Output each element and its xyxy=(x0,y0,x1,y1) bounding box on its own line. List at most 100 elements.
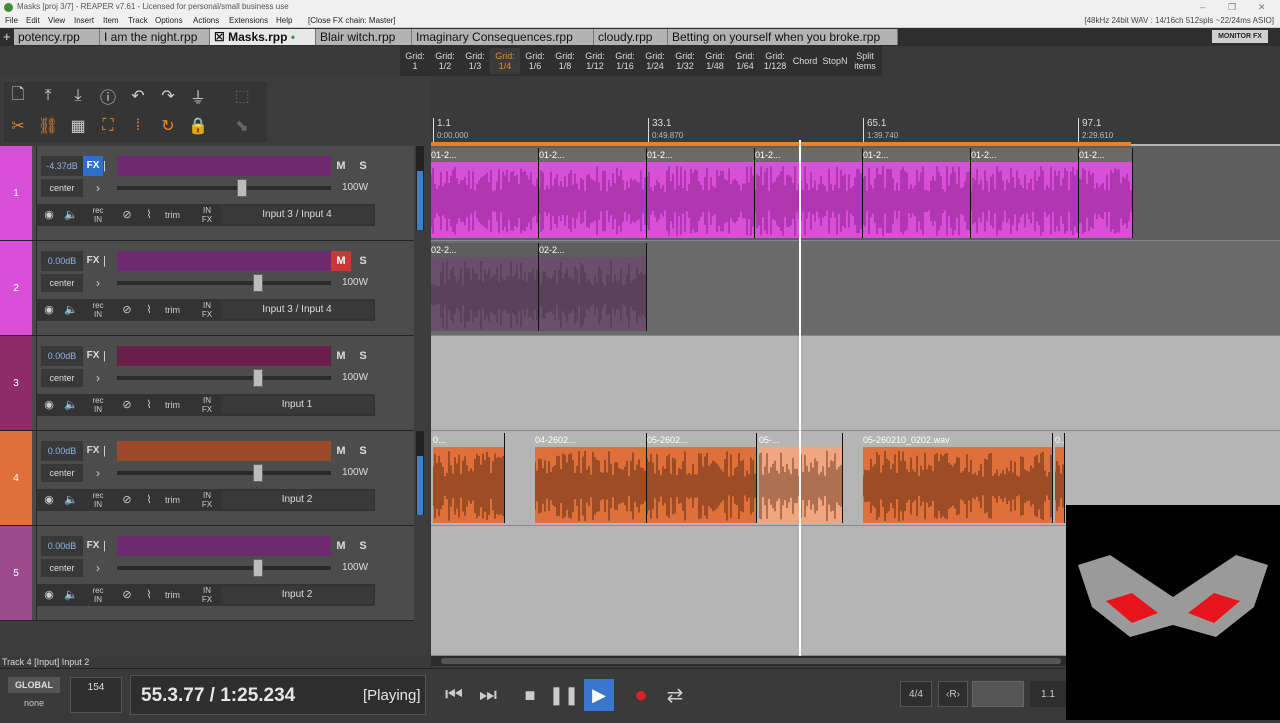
menu-edit[interactable]: Edit xyxy=(26,14,40,28)
pan-readout[interactable]: center xyxy=(41,464,83,482)
chevron-right-icon[interactable]: › xyxy=(89,274,107,292)
phase-invert-icon[interactable]: ⊘ xyxy=(119,302,135,318)
phase-invert-icon[interactable]: ⊘ xyxy=(119,587,135,603)
record-arm-icon[interactable]: ◉ xyxy=(41,302,57,318)
width-readout[interactable]: 100W xyxy=(337,369,373,387)
trim-label[interactable]: trim xyxy=(165,206,180,224)
menu-item[interactable]: Item xyxy=(103,14,119,28)
solo-button[interactable]: S xyxy=(353,251,373,271)
solo-button[interactable]: S xyxy=(353,441,373,461)
menu-actions[interactable]: Actions xyxy=(193,14,219,28)
menu-help[interactable]: Help xyxy=(276,14,292,28)
chevron-right-icon[interactable]: › xyxy=(89,369,107,387)
ripple-edit-icon[interactable]: ✂ xyxy=(6,114,30,138)
input-selector[interactable]: Input 1 xyxy=(221,396,373,414)
fx-button[interactable]: FX xyxy=(83,536,103,556)
fader-knob[interactable] xyxy=(237,179,247,197)
tempo-display[interactable]: 154 xyxy=(70,677,122,713)
input-selector[interactable]: Input 3 / Input 4 xyxy=(221,206,373,224)
monitor-speaker-icon[interactable]: 🔈 xyxy=(63,302,79,318)
item-grouping-icon[interactable]: ⛓ xyxy=(36,114,60,138)
grid-1-128-button[interactable]: Grid: 1/128 xyxy=(760,48,790,74)
envelope-icon[interactable]: ⌇ xyxy=(141,492,157,508)
rec-in-button[interactable]: rec IN xyxy=(87,396,109,414)
loop-icon[interactable]: ↻ xyxy=(156,114,180,138)
timeline-ruler[interactable]: 1.1 0:00.000 33.1 0:49.870 65.1 1:39.740 97… xyxy=(431,114,1280,146)
stop-icon[interactable]: ■ xyxy=(516,679,544,711)
item-header[interactable]: 0... xyxy=(1055,433,1064,447)
volume-fader[interactable] xyxy=(117,559,331,577)
solo-button[interactable]: S xyxy=(353,536,373,556)
item-header[interactable]: 0... xyxy=(433,433,504,447)
menu-track[interactable]: Track xyxy=(128,14,148,28)
global-automation-button[interactable]: GLOBAL xyxy=(8,677,60,693)
phase-invert-icon[interactable]: ⊘ xyxy=(119,492,135,508)
media-item[interactable]: 05-2602... xyxy=(647,433,757,523)
media-item[interactable]: 04-2602... xyxy=(535,433,647,523)
item-header[interactable]: 05-260210_0202.wav xyxy=(863,433,1052,447)
media-item[interactable]: 01-2... xyxy=(971,148,1079,238)
redo-icon[interactable]: ↷ xyxy=(156,84,180,108)
pan-readout[interactable]: center xyxy=(41,274,83,292)
project-tab[interactable]: Blair witch.rpp xyxy=(316,29,412,45)
media-item[interactable]: 05-... xyxy=(759,433,843,523)
playrate-button[interactable]: ‹R› xyxy=(938,681,968,707)
item-header[interactable]: 04-2602... xyxy=(535,433,646,447)
volume-readout[interactable]: 0.00dB xyxy=(41,536,83,556)
phase-invert-icon[interactable]: ⊘ xyxy=(119,207,135,223)
envelope-icon[interactable]: ⌇ xyxy=(141,587,157,603)
track-5[interactable]: 5 0.00dB FX | M Scenter › 100W ◉ 🔈 rec IN ⊘ ⌇ trim IN … xyxy=(0,526,414,621)
media-item[interactable]: 01-2... xyxy=(1079,148,1133,238)
solo-button[interactable]: S xyxy=(353,156,373,176)
item-header[interactable]: 01-2... xyxy=(431,148,538,162)
track-number[interactable]: 4 xyxy=(0,431,32,525)
track-number[interactable]: 2 xyxy=(0,241,32,335)
media-item[interactable]: 0... xyxy=(433,433,505,523)
in-fx-button[interactable]: IN FX xyxy=(197,301,217,319)
input-selector[interactable]: Input 2 xyxy=(221,491,373,509)
in-fx-button[interactable]: IN FX xyxy=(197,491,217,509)
grid-1-32-button[interactable]: Grid: 1/32 xyxy=(670,48,700,74)
new-tab-button[interactable]: + xyxy=(3,29,11,44)
in-fx-button[interactable]: IN FX xyxy=(197,396,217,414)
item-header[interactable]: 01-2... xyxy=(971,148,1078,162)
close-window-button[interactable]: ✕ xyxy=(1258,0,1266,14)
fx-button[interactable]: FX xyxy=(83,156,103,176)
global-automation-mode[interactable]: none xyxy=(8,695,60,711)
save-icon[interactable]: ⤒ xyxy=(36,84,60,108)
volume-readout[interactable]: 0.00dB xyxy=(41,441,83,461)
grid-1-16-button[interactable]: Grid: 1/16 xyxy=(610,48,640,74)
width-readout[interactable]: 100W xyxy=(337,464,373,482)
track-2[interactable]: 2 0.00dB FX | M Scenter › 100W ◉ 🔈 rec IN ⊘ ⌇ trim IN … xyxy=(0,241,414,336)
record-arm-icon[interactable]: ◉ xyxy=(41,587,57,603)
monitor-speaker-icon[interactable]: 🔈 xyxy=(63,492,79,508)
item-header[interactable]: 01-2... xyxy=(647,148,754,162)
volume-readout[interactable]: 0.00dB xyxy=(41,346,83,366)
media-item[interactable]: 01-2... xyxy=(539,148,647,238)
menu-options[interactable]: Options xyxy=(155,14,183,28)
grid-1-48-button[interactable]: Grid: 1/48 xyxy=(700,48,730,74)
mute-button[interactable]: M xyxy=(331,156,351,176)
snap-grid-icon[interactable]: ▦ xyxy=(66,114,90,138)
fx-bypass-icon[interactable]: | xyxy=(103,441,111,461)
width-readout[interactable]: 100W xyxy=(337,559,373,577)
project-tab[interactable]: cloudy.rpp xyxy=(594,29,668,45)
project-tab[interactable]: potency.rpp xyxy=(14,29,100,45)
envelope-points-icon[interactable]: ⛶ xyxy=(96,114,120,138)
pause-icon[interactable]: ❚❚ xyxy=(549,679,579,711)
project-tab[interactable]: Imaginary Consequences.rpp xyxy=(412,29,594,45)
grid-1-button[interactable]: Grid: 1 xyxy=(400,48,430,74)
repeat-icon[interactable]: ⇄ xyxy=(660,679,690,711)
envelope-icon[interactable]: ⌇ xyxy=(141,302,157,318)
volume-readout[interactable]: -4.37dB xyxy=(41,156,83,176)
time-signature[interactable]: 4/4 xyxy=(900,681,932,707)
trim-label[interactable]: trim xyxy=(165,301,180,319)
fx-bypass-icon[interactable]: | xyxy=(103,346,111,366)
item-header[interactable]: 05-2602... xyxy=(647,433,756,447)
media-item[interactable]: 01-2... xyxy=(647,148,755,238)
phase-invert-icon[interactable]: ⊘ xyxy=(119,397,135,413)
volume-fader[interactable] xyxy=(117,464,331,482)
mute-button[interactable]: M xyxy=(331,251,351,271)
track-name-field[interactable] xyxy=(117,156,331,176)
item-header[interactable]: 02-2... xyxy=(539,243,646,257)
